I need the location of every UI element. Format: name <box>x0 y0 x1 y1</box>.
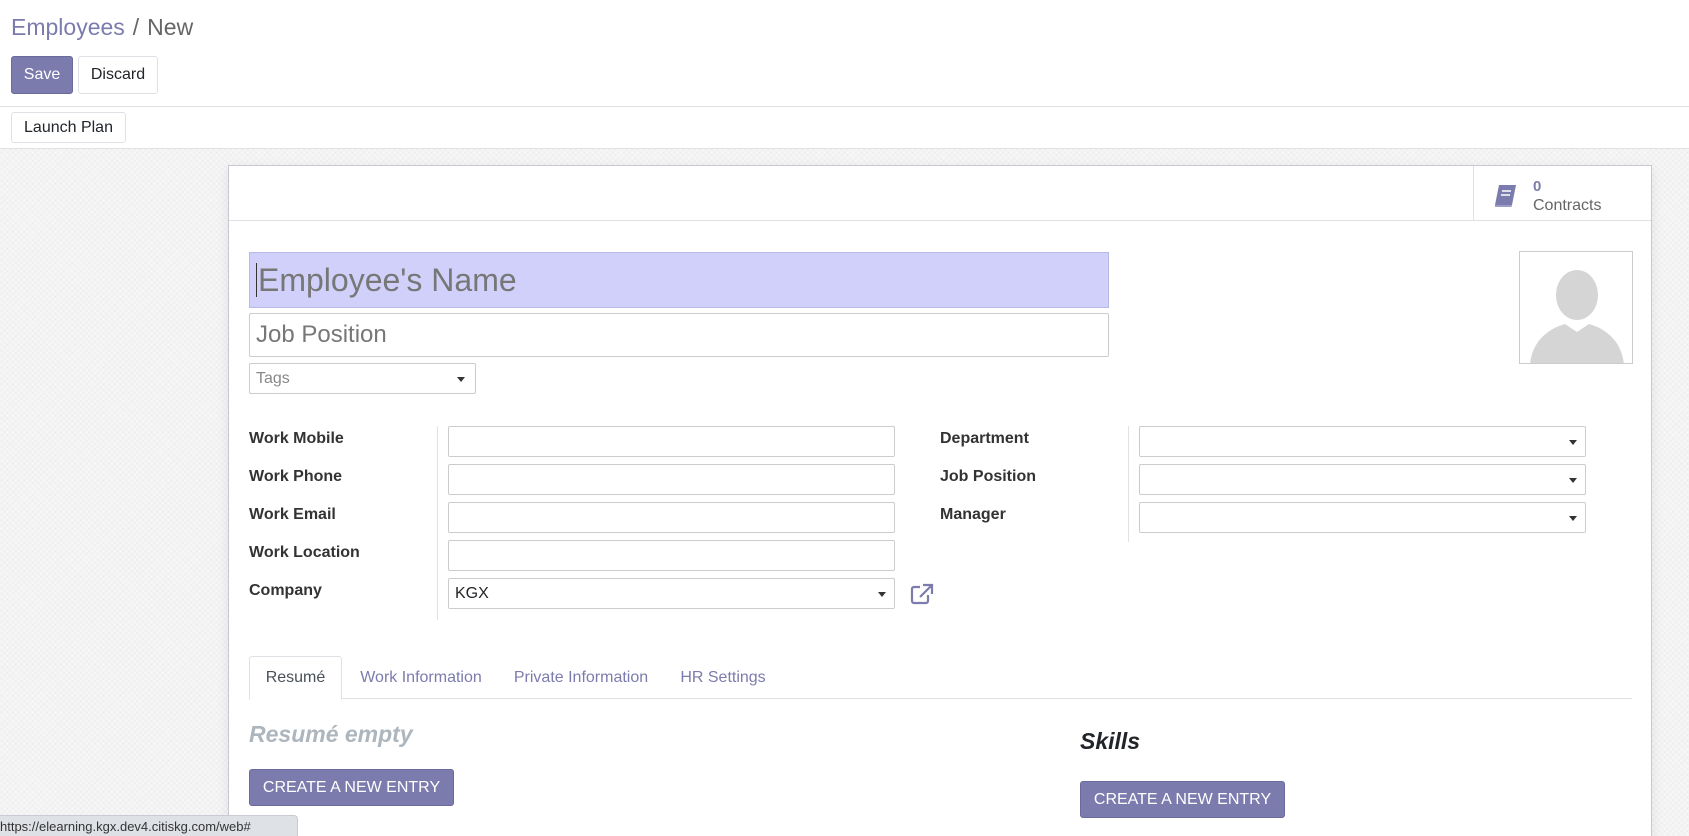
skills-create-entry-button[interactable]: CREATE A NEW ENTRY <box>1080 781 1285 818</box>
company-label: Company <box>249 582 322 599</box>
left-group-divider <box>437 426 438 620</box>
breadcrumb-separator: / <box>132 14 140 40</box>
external-link-icon[interactable] <box>910 583 934 605</box>
breadcrumb-current: New <box>147 14 194 40</box>
book-icon <box>1492 181 1520 209</box>
launch-plan-button[interactable]: Launch Plan <box>11 112 126 143</box>
button-box: 0 Contracts <box>229 166 1651 221</box>
tags-input[interactable]: Tags <box>249 363 476 394</box>
tab-private-information[interactable]: Private Information <box>501 656 661 699</box>
chevron-down-icon <box>1569 440 1577 445</box>
tab-work-information[interactable]: Work Information <box>346 656 496 699</box>
work-email-input[interactable] <box>448 502 895 533</box>
notebook-tabs: Resumé Work Information Private Informat… <box>249 656 1632 700</box>
resume-create-entry-button[interactable]: CREATE A NEW ENTRY <box>249 769 454 806</box>
right-group-divider <box>1128 426 1129 542</box>
work-phone-input[interactable] <box>448 464 895 495</box>
work-phone-label: Work Phone <box>249 468 343 485</box>
work-mobile-label: Work Mobile <box>249 430 344 447</box>
chevron-down-icon <box>457 377 465 382</box>
manager-select[interactable] <box>1139 502 1586 533</box>
chevron-down-icon <box>1569 478 1577 483</box>
company-value: KGX <box>455 584 489 602</box>
resume-empty-title: Resumé empty <box>249 721 413 747</box>
avatar[interactable] <box>1519 251 1633 364</box>
save-button[interactable]: Save <box>11 56 73 94</box>
skills-title: Skills <box>1080 728 1141 754</box>
work-email-label: Work Email <box>249 506 336 523</box>
company-select[interactable]: KGX <box>448 578 895 609</box>
job-position-select[interactable] <box>1139 464 1586 495</box>
work-mobile-input[interactable] <box>448 426 895 457</box>
status-bar: Launch Plan <box>0 107 1689 149</box>
employee-name-input[interactable]: Employee's Name <box>249 252 1109 308</box>
employee-name-placeholder: Employee's Name <box>258 261 517 298</box>
department-label: Department <box>940 430 1029 447</box>
control-panel: Employees / New Save Discard <box>0 0 1689 107</box>
browser-status-url: https://elearning.kgx.dev4.citiskg.com/w… <box>0 815 298 836</box>
contracts-stat-button[interactable]: 0 Contracts <box>1473 166 1651 221</box>
job-position-placeholder: Job Position <box>256 321 387 348</box>
discard-button[interactable]: Discard <box>78 56 158 94</box>
form-sheet: 0 Contracts Employee's Name Job Position… <box>228 165 1652 836</box>
text-cursor <box>256 263 257 297</box>
tags-placeholder: Tags <box>256 369 290 387</box>
department-select[interactable] <box>1139 426 1586 457</box>
tab-hr-settings[interactable]: HR Settings <box>662 656 784 699</box>
job-position-label: Job Position <box>940 468 1036 485</box>
manager-label: Manager <box>940 506 1006 523</box>
avatar-placeholder-icon <box>1520 252 1632 363</box>
chevron-down-icon <box>878 592 886 597</box>
tab-resume[interactable]: Resumé <box>249 656 342 700</box>
work-location-input[interactable] <box>448 540 895 571</box>
contracts-label: Contracts <box>1533 197 1602 214</box>
job-position-title-input[interactable]: Job Position <box>249 313 1109 357</box>
contracts-count: 0 <box>1533 178 1542 195</box>
breadcrumb: Employees / New <box>11 14 193 41</box>
work-location-label: Work Location <box>249 544 360 561</box>
breadcrumb-employees-link[interactable]: Employees <box>11 14 125 40</box>
chevron-down-icon <box>1569 516 1577 521</box>
